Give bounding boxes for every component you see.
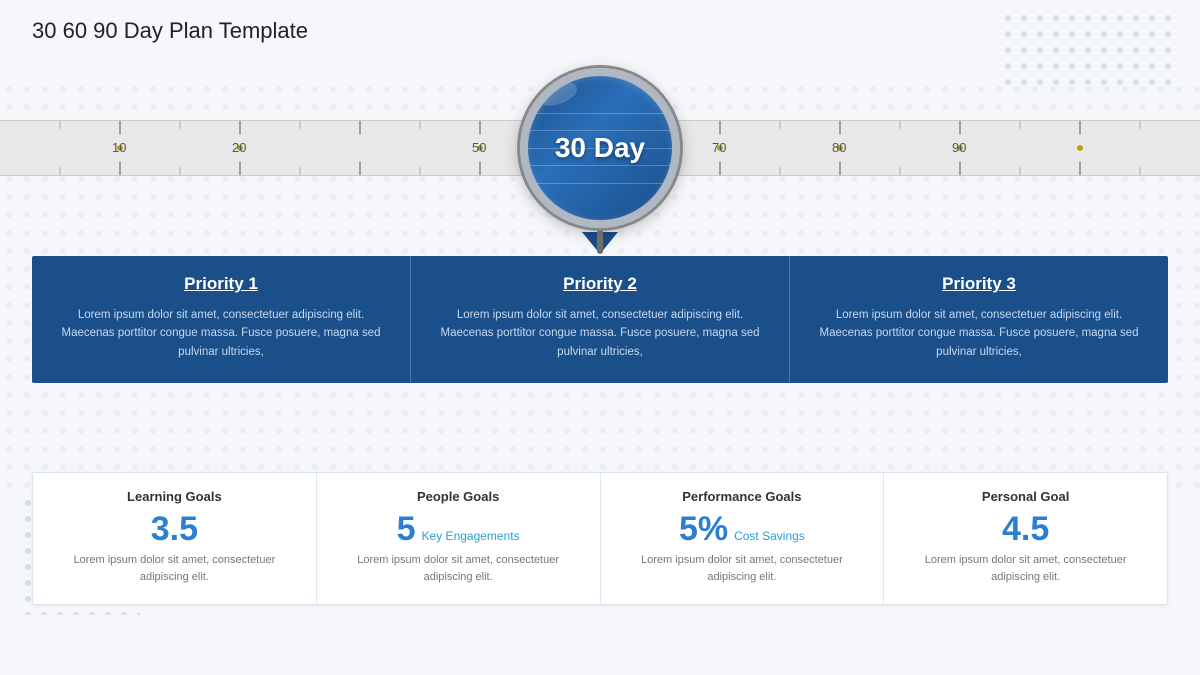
goal-performance-text: Lorem ipsum dolor sit amet, consectetuer… [619, 552, 866, 586]
goal-learning-text: Lorem ipsum dolor sit amet, consectetuer… [51, 552, 298, 586]
svg-text:70: 70 [712, 140, 726, 155]
priority-card-1: Priority 1 Lorem ipsum dolor sit amet, c… [32, 256, 411, 383]
goal-people-value-row: 5 Key Engagements [335, 512, 582, 546]
goal-learning-value: 3.5 [51, 512, 298, 546]
magnifier-handle [597, 224, 603, 254]
goals-section: Learning Goals 3.5 Lorem ipsum dolor sit… [32, 472, 1168, 605]
svg-text:80: 80 [832, 140, 846, 155]
priority-3-title: Priority 3 [812, 274, 1146, 294]
priority-card-3: Priority 3 Lorem ipsum dolor sit amet, c… [790, 256, 1168, 383]
svg-text:50: 50 [472, 140, 486, 155]
goal-performance-label: Cost Savings [734, 529, 805, 543]
priority-card-2: Priority 2 Lorem ipsum dolor sit amet, c… [411, 256, 790, 383]
goal-people-value: 5 [397, 512, 416, 546]
magnifier-circle: 30 Day [520, 68, 680, 228]
magnifier-container: 30 Day [520, 68, 680, 254]
goal-personal-value: 4.5 [902, 512, 1149, 546]
priority-3-text: Lorem ipsum dolor sit amet, consectetuer… [812, 306, 1146, 361]
goal-people-label: Key Engagements [422, 529, 520, 543]
goal-performance-title: Performance Goals [619, 489, 866, 504]
priority-1-text: Lorem ipsum dolor sit amet, consectetuer… [54, 306, 388, 361]
priority-1-title: Priority 1 [54, 274, 388, 294]
goal-card-personal: Personal Goal 4.5 Lorem ipsum dolor sit … [884, 473, 1167, 604]
dot-pattern-right [1000, 10, 1180, 90]
goal-performance-value: 5% [679, 512, 728, 546]
goal-people-text: Lorem ipsum dolor sit amet, consectetuer… [335, 552, 582, 586]
goal-card-performance: Performance Goals 5% Cost Savings Lorem … [601, 473, 885, 604]
priority-section: Priority 1 Lorem ipsum dolor sit amet, c… [32, 256, 1168, 383]
goal-performance-value-row: 5% Cost Savings [619, 512, 866, 546]
goal-card-people: People Goals 5 Key Engagements Lorem ips… [317, 473, 601, 604]
page-title: 30 60 90 Day Plan Template [32, 18, 308, 44]
svg-text:90: 90 [952, 140, 966, 155]
svg-text:10: 10 [112, 140, 126, 155]
priority-2-title: Priority 2 [433, 274, 767, 294]
goal-card-learning: Learning Goals 3.5 Lorem ipsum dolor sit… [33, 473, 317, 604]
goal-personal-text: Lorem ipsum dolor sit amet, consectetuer… [902, 552, 1149, 586]
magnifier-label: 30 Day [555, 134, 645, 162]
goal-people-title: People Goals [335, 489, 582, 504]
svg-text:20: 20 [232, 140, 246, 155]
priority-2-text: Lorem ipsum dolor sit amet, consectetuer… [433, 306, 767, 361]
goal-learning-title: Learning Goals [51, 489, 298, 504]
goal-personal-title: Personal Goal [902, 489, 1149, 504]
